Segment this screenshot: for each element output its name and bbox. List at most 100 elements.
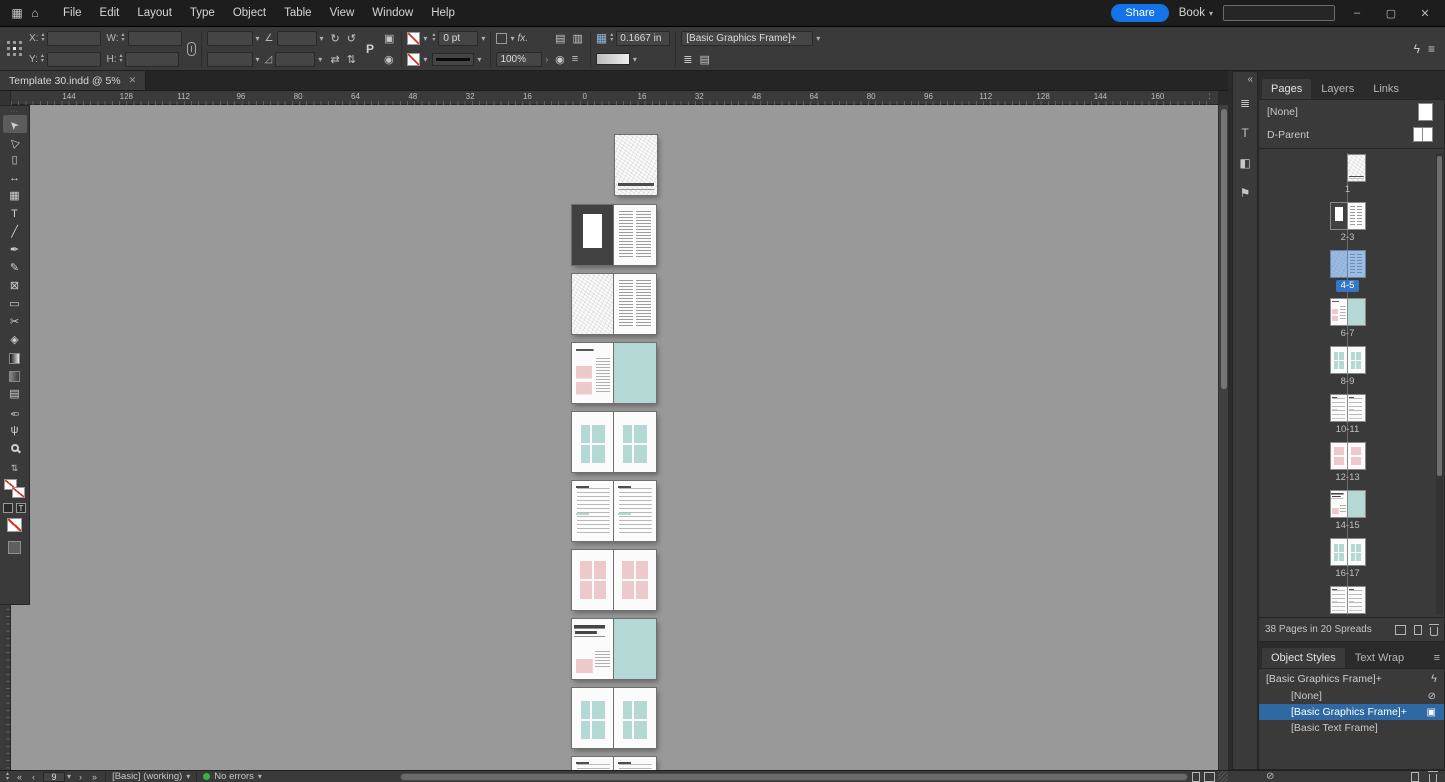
canvas-spread-12-13[interactable] (571, 549, 657, 611)
quick-apply-icon[interactable]: ϟ (1414, 42, 1420, 56)
zoom-tool[interactable] (3, 439, 27, 457)
page-thumbnail[interactable] (1346, 298, 1366, 326)
eyedropper-tool[interactable]: ✑ (3, 403, 27, 421)
preflight-status-menu[interactable]: No errors ▾ (203, 771, 262, 782)
page-thumbnail[interactable] (1329, 250, 1349, 278)
collapse-panels-icon[interactable]: « (1247, 74, 1257, 85)
chevron-down-icon[interactable]: ▾ (633, 55, 637, 64)
object-style-basic-graphics-frame[interactable]: [Basic Graphics Frame]+ ▣ (1259, 704, 1444, 720)
page-thumbnail[interactable] (1329, 442, 1349, 470)
align-icon-1[interactable]: ≣ (681, 53, 694, 66)
spread-thumbnails[interactable] (1329, 394, 1366, 422)
chevron-down-icon[interactable]: ▾ (481, 34, 485, 43)
height-field[interactable] (125, 51, 180, 67)
width-field[interactable] (127, 30, 182, 46)
page-thumbnail[interactable] (1329, 394, 1349, 422)
x-field[interactable] (47, 30, 102, 46)
pages-panel-icon[interactable]: ⚑ (1234, 181, 1256, 205)
stepper-down-icon[interactable]: ▾ (41, 58, 44, 64)
chevron-down-icon[interactable]: ▾ (816, 34, 820, 43)
chevron-down-icon[interactable]: ▾ (320, 34, 324, 43)
page-tool[interactable]: ▯ (3, 151, 27, 169)
free-transform-tool[interactable]: ◈ (3, 331, 27, 349)
master-page-thumbnail[interactable] (1418, 102, 1433, 121)
document-canvas[interactable] (11, 105, 1218, 770)
menu-edit[interactable]: Edit (91, 0, 129, 26)
share-button[interactable]: Share (1111, 4, 1169, 22)
menu-layout[interactable]: Layout (128, 0, 181, 26)
select-content-button[interactable]: ◉ (382, 53, 396, 66)
wrap-around-button[interactable]: ▥ (571, 32, 585, 45)
canvas-spread-6-7[interactable] (571, 342, 657, 404)
style-override-icon[interactable]: ϟ (1431, 673, 1437, 685)
page-thumbnail[interactable] (1346, 154, 1366, 182)
pages-panel-spread-12-13[interactable]: 12-13 (1261, 441, 1434, 489)
content-collector-tool[interactable]: ▦ (3, 187, 27, 205)
gradient-preview-dropdown[interactable] (595, 53, 630, 65)
pages-panel-spread-16-17[interactable]: 16-17 (1261, 537, 1434, 585)
scale-x-field[interactable] (206, 30, 253, 46)
select-container-button[interactable]: ▣ (382, 32, 396, 45)
y-stepper[interactable]: ▴ ▾ (41, 53, 44, 64)
spread-thumbnails[interactable] (1329, 250, 1366, 278)
grid-icon[interactable]: ▦ (596, 31, 607, 45)
spread-thumbnails[interactable] (1331, 154, 1366, 182)
object-style-none[interactable]: [None] ⊘ (1259, 688, 1444, 704)
ruler-origin-corner[interactable] (0, 91, 11, 105)
new-style-button[interactable] (1411, 771, 1419, 782)
spread-thumbnails[interactable] (1329, 202, 1366, 230)
stroke-weight-stepper[interactable]: ▴ ▾ (432, 32, 435, 43)
stroke-style-preview[interactable] (432, 52, 475, 66)
scale-y-field[interactable] (206, 51, 253, 67)
page-thumbnail[interactable] (1346, 586, 1366, 614)
document-tab[interactable]: Template 30.indd @ 5% ✕ (0, 71, 147, 90)
horizontal-scrollbar[interactable] (400, 773, 1188, 781)
pages-panel-spread-8-9[interactable]: 8-9 (1261, 345, 1434, 393)
menu-view[interactable]: View (321, 0, 364, 26)
opacity-button[interactable]: ◉ (553, 53, 567, 66)
stepper-down-icon[interactable]: ▾ (432, 37, 435, 43)
tab-object-styles[interactable]: Object Styles (1262, 648, 1345, 668)
page-view-icon[interactable] (1192, 771, 1200, 782)
menu-type[interactable]: Type (181, 0, 224, 26)
selection-tool[interactable]: ➤ (2, 115, 27, 133)
scissors-tool[interactable]: ✂ (3, 313, 27, 331)
vertical-scrollbar-thumb[interactable] (1221, 109, 1227, 389)
stroke-weight-select[interactable]: 0 pt (438, 30, 479, 46)
object-style-basic-text-frame[interactable]: [Basic Text Frame] (1259, 720, 1444, 736)
next-spread-button[interactable]: › (77, 772, 84, 782)
w-stepper[interactable]: ▴ ▾ (122, 32, 125, 43)
pages-panel-spread-1[interactable]: 1 (1261, 153, 1434, 201)
canvas-spread-2-3[interactable] (571, 204, 657, 266)
x-stepper[interactable]: ▴ ▾ (41, 32, 44, 43)
swap-fill-stroke-icon[interactable]: ⇅ (11, 463, 19, 474)
new-page-button[interactable] (1414, 624, 1422, 635)
page-thumbnail[interactable] (1346, 202, 1366, 230)
pages-panel-spread-6-7[interactable]: 6-7 (1261, 297, 1434, 345)
previous-spread-button[interactable]: ‹ (30, 772, 37, 782)
zoom-level-field[interactable] (496, 51, 543, 67)
apply-none-button[interactable] (7, 518, 22, 532)
page-thumbnail[interactable] (1346, 346, 1366, 374)
stepper-down-icon[interactable]: ▾ (122, 37, 125, 43)
spread-thumbnails[interactable] (1329, 586, 1366, 614)
master-page-d-parent[interactable]: D-Parent (1259, 123, 1444, 146)
maximize-button[interactable]: ▢ (1379, 7, 1403, 20)
first-spread-button[interactable]: « (15, 772, 24, 782)
chevron-down-icon[interactable]: ▾ (67, 772, 71, 781)
canvas-spread-10-11[interactable] (571, 480, 657, 542)
chevron-down-icon[interactable]: ▾ (477, 55, 481, 64)
resize-grip[interactable] (1218, 771, 1228, 782)
canvas-spread-1[interactable] (614, 134, 658, 196)
line-tool[interactable]: ╱ (3, 223, 27, 241)
chevron-down-icon[interactable]: ▾ (423, 34, 427, 43)
paragraph-styles-panel-icon[interactable]: ≣ (1234, 91, 1256, 115)
h-stepper[interactable]: ▴ ▾ (119, 53, 122, 64)
align-icon-2[interactable]: ▤ (698, 53, 712, 66)
page-thumbnail[interactable] (1346, 394, 1366, 422)
app-grid-icon[interactable]: ▦ (8, 6, 26, 20)
page-thumbnail[interactable] (1329, 490, 1349, 518)
y-field[interactable] (46, 51, 101, 67)
search-input[interactable] (1223, 5, 1335, 21)
tab-links[interactable]: Links (1364, 79, 1408, 99)
